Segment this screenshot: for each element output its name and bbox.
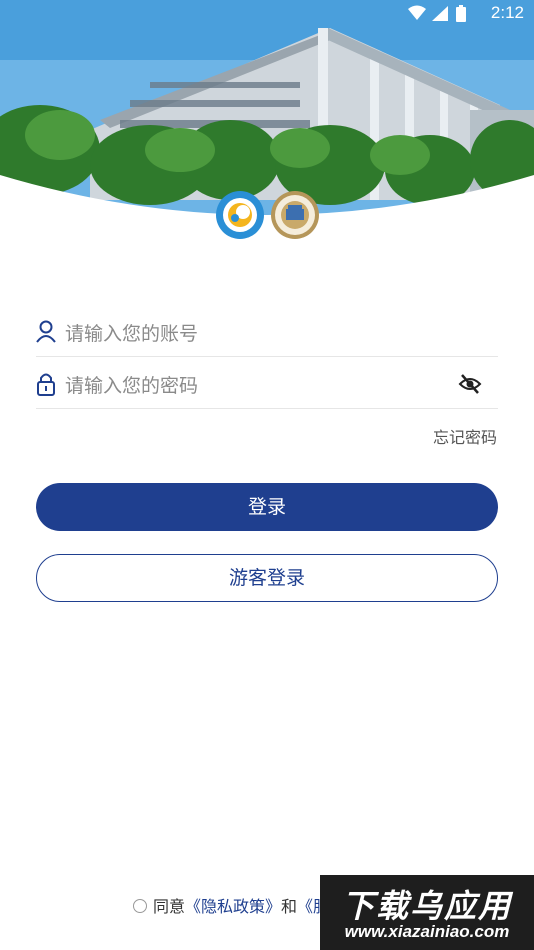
signal-icon	[432, 6, 448, 21]
login-button[interactable]: 登录	[36, 483, 498, 531]
guest-login-button[interactable]: 游客登录	[36, 554, 498, 602]
agree-prefix: 同意	[153, 897, 186, 916]
user-icon	[36, 320, 56, 344]
agree-radio[interactable]	[133, 899, 147, 913]
watermark-url: www.xiazainiao.com	[344, 922, 510, 941]
status-icons	[406, 5, 476, 29]
forgot-password-link[interactable]: 忘记密码	[433, 424, 497, 448]
watermark: 下载乌应用 www.xiazainiao.com	[320, 875, 534, 950]
eye-off-icon[interactable]	[458, 373, 482, 395]
gear-logo-icon	[216, 191, 264, 239]
password-field[interactable]: 请输入您的密码	[36, 360, 498, 409]
privacy-policy-link[interactable]: 《隐私政策》	[185, 897, 281, 916]
account-field[interactable]: 请输入您的账号	[36, 308, 498, 357]
watermark-title: 下载乌应用	[341, 887, 512, 925]
account-input[interactable]: 请输入您的账号	[65, 319, 198, 346]
college-seal-icon	[271, 191, 319, 239]
lock-icon	[36, 372, 56, 396]
status-bar: 2:12	[0, 0, 534, 28]
password-input[interactable]: 请输入您的密码	[65, 371, 198, 398]
battery-icon	[456, 5, 466, 22]
agree-and: 和	[281, 897, 298, 916]
school-logos	[213, 160, 321, 246]
status-time: 2:12	[490, 3, 524, 22]
wifi-icon	[408, 5, 426, 20]
